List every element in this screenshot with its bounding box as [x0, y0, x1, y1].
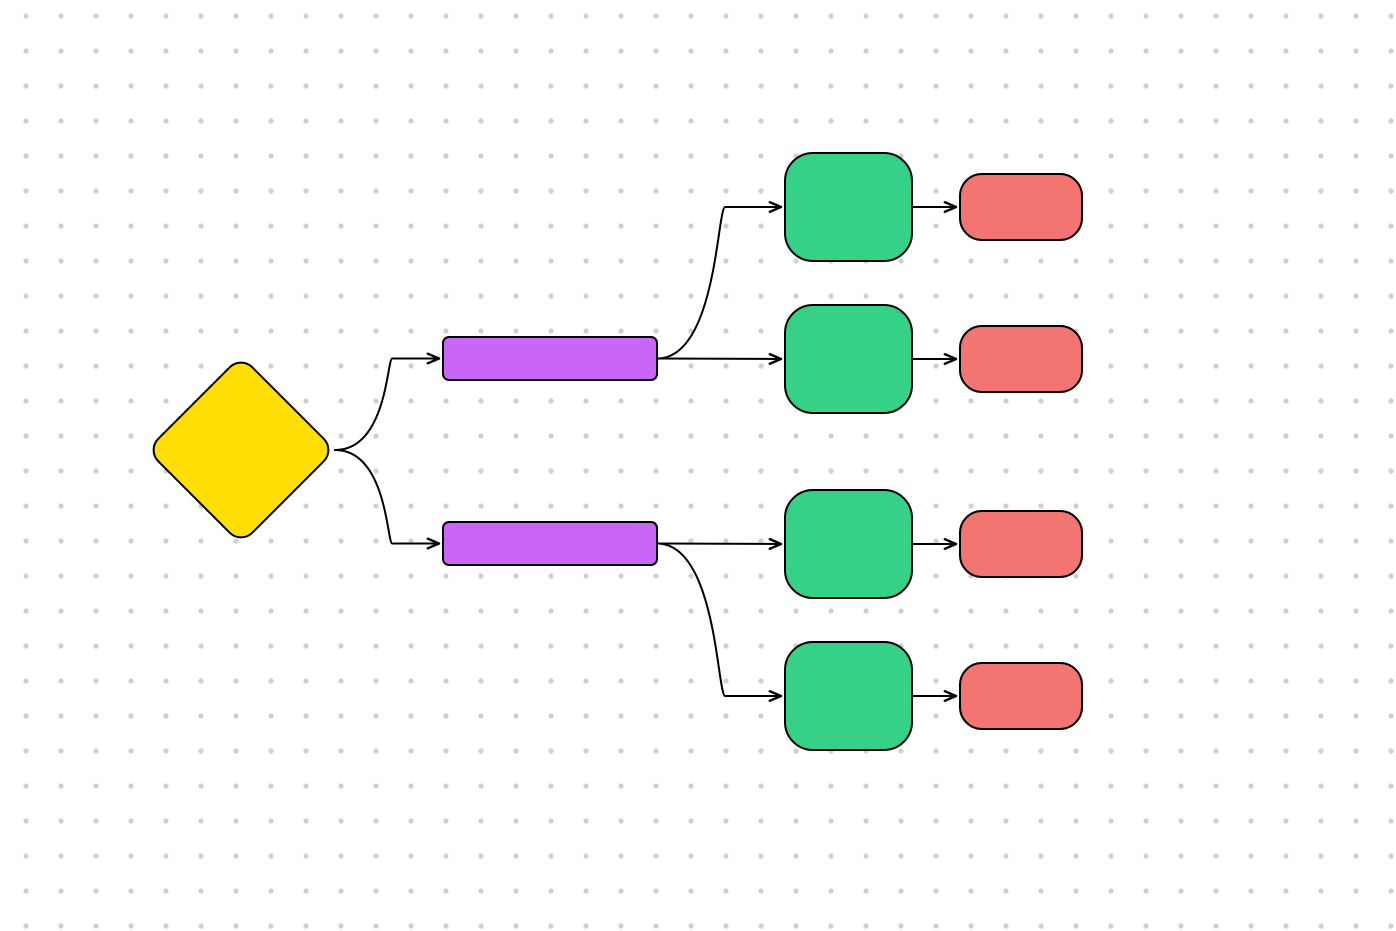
edge-rect_top-to-rrect_2[interactable]: [657, 359, 781, 360]
edge-diamond-to-rect_top[interactable]: [335, 359, 439, 451]
node-rrect_4[interactable]: [785, 642, 912, 750]
node-rrect_1[interactable]: [785, 153, 912, 261]
nodes: [147, 153, 1082, 750]
node-diamond[interactable]: [147, 356, 335, 544]
node-pill_4[interactable]: [960, 663, 1082, 729]
node-rect_top[interactable]: [443, 337, 657, 380]
edge-rect_top-to-rrect_1[interactable]: [657, 207, 781, 359]
edge-rect_bottom-to-rrect_3[interactable]: [657, 544, 781, 545]
node-rrect_3[interactable]: [785, 490, 912, 598]
node-pill_2[interactable]: [960, 326, 1082, 392]
node-pill_3[interactable]: [960, 511, 1082, 577]
diagram-canvas[interactable]: [0, 0, 1396, 931]
edges: [335, 207, 956, 696]
node-rrect_2[interactable]: [785, 305, 912, 413]
node-rect_bottom[interactable]: [443, 522, 657, 565]
edge-diamond-to-rect_bottom[interactable]: [335, 450, 439, 544]
edge-rect_bottom-to-rrect_4[interactable]: [657, 544, 781, 697]
node-pill_1[interactable]: [960, 174, 1082, 240]
